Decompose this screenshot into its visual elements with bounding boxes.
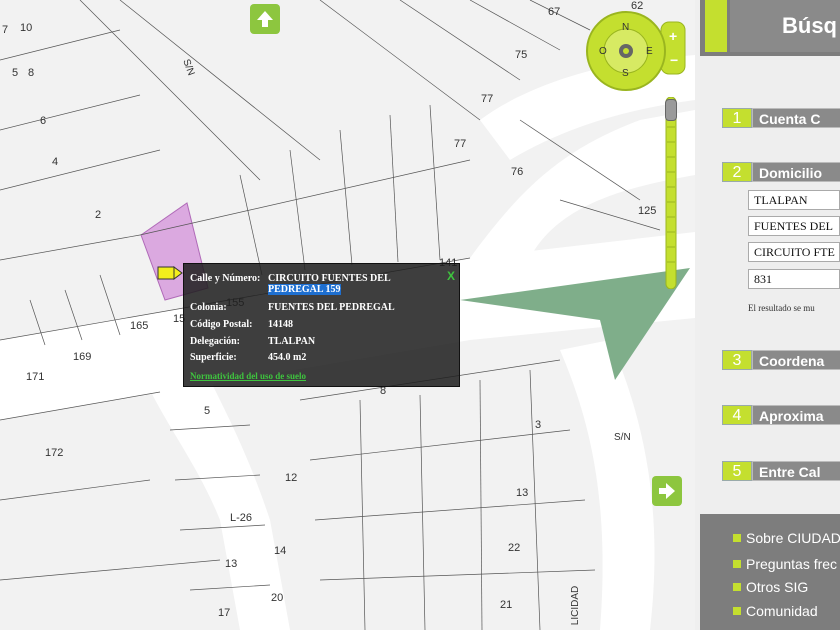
compass-west[interactable]: O xyxy=(599,46,607,57)
info-value-address: CIRCUITO FUENTES DEL PEDREGAL 159 xyxy=(268,273,391,295)
lot-number: 172 xyxy=(45,447,64,459)
info-value-delegacion: TLALPAN xyxy=(268,336,316,347)
search-panel: Búsq 1 Cuenta C 2 Domicilio TLALPAN FUEN… xyxy=(700,0,840,630)
lot-number: 10 xyxy=(20,22,33,34)
lot-number: 22 xyxy=(508,542,521,554)
step-cuenta[interactable]: 1 Cuenta C xyxy=(722,108,840,128)
lot-number: 169 xyxy=(73,351,92,363)
panel-accent xyxy=(705,0,727,52)
step-domicilio[interactable]: 2 Domicilio xyxy=(722,162,840,182)
compass-east[interactable]: E xyxy=(646,46,653,57)
calle-field[interactable]: CIRCUITO FTE xyxy=(748,242,840,262)
lot-number: 12 xyxy=(285,472,298,484)
info-value-postal: 14148 xyxy=(268,319,293,330)
step-coordenadas[interactable]: 3 Coordena xyxy=(722,350,840,370)
lot-number: 67 xyxy=(548,6,561,18)
panel-body: 1 Cuenta C 2 Domicilio TLALPAN FUENTES D… xyxy=(700,56,840,514)
lot-number: 6 xyxy=(40,115,47,127)
lot-number: 77 xyxy=(454,138,467,150)
zoom-in-button[interactable]: + xyxy=(669,28,677,44)
info-value-superficie: 454.0 m2 xyxy=(268,352,307,363)
location-marker-icon xyxy=(157,266,183,280)
lot-number: 7 xyxy=(2,24,9,36)
street-name: LICIDAD xyxy=(570,585,582,626)
lot-number: 20 xyxy=(271,592,284,604)
info-label-delegacion: Delegación: xyxy=(190,336,240,347)
close-icon[interactable]: X xyxy=(447,269,455,283)
lot-number: 171 xyxy=(26,371,45,383)
compass-control[interactable]: N S E O + − xyxy=(585,10,687,92)
info-label-superficie: Superficie: xyxy=(190,352,237,363)
land-use-link[interactable]: Normatividad del uso de suelo xyxy=(190,371,306,381)
zoom-slider-handle[interactable] xyxy=(665,99,677,121)
lot-number: 5 xyxy=(12,67,19,79)
arrow-right-icon xyxy=(659,483,675,499)
compass-south[interactable]: S xyxy=(622,68,629,79)
info-popup: X Calle y Número: CIRCUITO FUENTES DEL P… xyxy=(183,263,460,387)
panel-footer: Sobre CIUDAD Preguntas frec Otros SIG Co… xyxy=(700,516,840,630)
colonia-field[interactable]: FUENTES DEL xyxy=(748,216,840,236)
step-aproximacion[interactable]: 4 Aproxima xyxy=(722,405,840,425)
lot-number: 8 xyxy=(28,67,35,79)
lot-number: 13 xyxy=(516,487,529,499)
info-label-postal: Código Postal: xyxy=(190,319,253,330)
lot-number: 75 xyxy=(515,49,528,61)
pan-up-button[interactable] xyxy=(250,4,280,34)
lot-number: 165 xyxy=(130,320,149,332)
zoom-out-button[interactable]: − xyxy=(670,52,678,68)
info-label-colonia: Colonia: xyxy=(190,302,227,313)
lot-number: 21 xyxy=(500,599,513,611)
step-entre-calles[interactable]: 5 Entre Cal xyxy=(722,461,840,481)
result-note: El resultado se mu xyxy=(748,303,815,313)
lot-number: L-26 xyxy=(230,512,253,524)
numero-field[interactable]: 831 xyxy=(748,269,840,289)
lot-number: 5 xyxy=(204,405,211,417)
lot-number: 125 xyxy=(638,205,657,217)
delegacion-field[interactable]: TLALPAN xyxy=(748,190,840,210)
street-name: S/N xyxy=(614,432,631,443)
arrow-up-icon xyxy=(257,11,273,27)
lot-number: 17 xyxy=(218,607,231,619)
map-view[interactable]: 7 10 5 8 6 4 2 165 169 171 172 5 67 62 7… xyxy=(0,0,695,630)
lot-number: 4 xyxy=(52,156,59,168)
pan-right-button[interactable] xyxy=(652,476,682,506)
zoom-slider[interactable] xyxy=(663,96,679,290)
info-label-address: Calle y Número: xyxy=(190,273,261,284)
lot-number: 3 xyxy=(535,419,542,431)
lot-number: 77 xyxy=(481,93,494,105)
lot-number: 76 xyxy=(511,166,524,178)
footer-link-preguntas[interactable]: Preguntas frec xyxy=(733,556,837,572)
lot-number: 14 xyxy=(274,545,287,557)
footer-link-otros-sig[interactable]: Otros SIG xyxy=(733,579,808,595)
panel-title: Búsq xyxy=(730,0,840,52)
footer-link-sobre[interactable]: Sobre CIUDAD xyxy=(733,530,840,546)
compass-north[interactable]: N xyxy=(622,22,629,33)
footer-link-comunidad[interactable]: Comunidad xyxy=(733,603,818,619)
lot-number: 2 xyxy=(95,209,102,221)
lot-number: 13 xyxy=(225,558,238,570)
info-value-colonia: FUENTES DEL PEDREGAL xyxy=(268,302,395,313)
